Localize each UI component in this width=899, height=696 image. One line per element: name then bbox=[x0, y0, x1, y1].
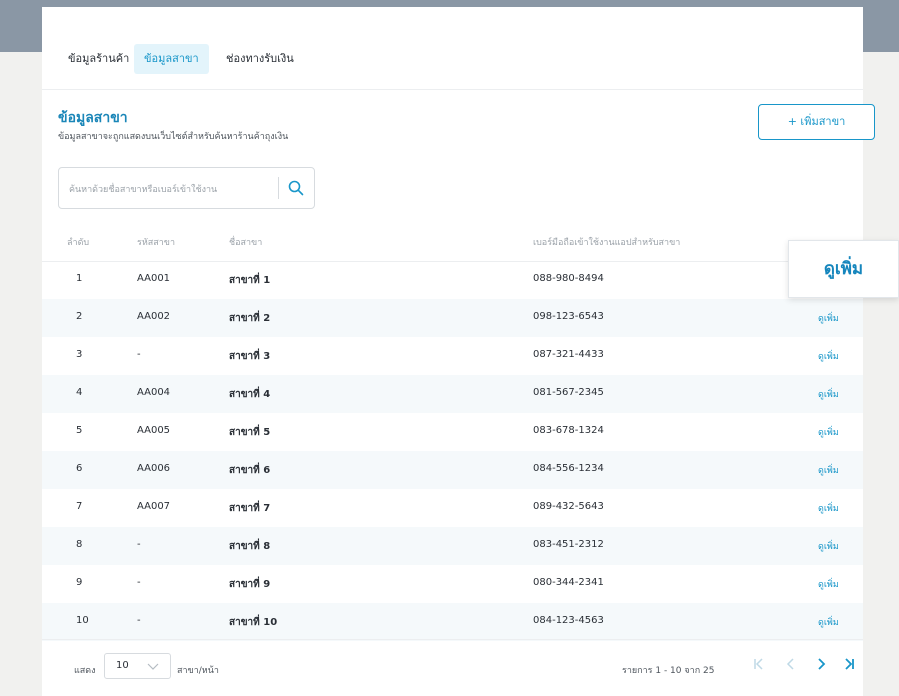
cell-phone: 098-123-6543 bbox=[533, 311, 604, 322]
table-row: 2 AA002 สาขาที่ 2 098-123-6543 ดูเพิ่ม bbox=[42, 299, 863, 337]
add-branch-button[interactable]: + เพิ่มสาขา bbox=[758, 104, 875, 140]
cell-name: สาขาที่ 4 bbox=[229, 389, 271, 400]
view-more-link[interactable]: ดูเพิ่ม bbox=[818, 577, 839, 591]
tab-store-info[interactable]: ข้อมูลร้านค้า bbox=[58, 44, 139, 74]
section-subtitle: ข้อมูลสาขาจะถูกแสดงบนเว็บไซต์สำหรับค้นหา… bbox=[58, 132, 289, 142]
table-header: ลำดับ รหัสสาขา ชื่อสาขา เบอร์มือถือเข้าใ… bbox=[42, 219, 863, 262]
view-more-link[interactable]: ดูเพิ่ม bbox=[818, 501, 839, 515]
search-box: ค้นหาด้วยชื่อสาขาหรือเบอร์เข้าใช้งาน bbox=[58, 167, 315, 209]
cell-code: AA007 bbox=[137, 501, 171, 512]
cell-code: AA006 bbox=[137, 463, 171, 474]
cell-phone: 083-451-2312 bbox=[533, 539, 604, 550]
cell-name: สาขาที่ 3 bbox=[229, 351, 271, 362]
cell-code: AA001 bbox=[137, 273, 171, 284]
branch-info-card: ข้อมูลร้านค้า ข้อมูลสาขา ช่องทางรับเงิน … bbox=[42, 7, 875, 696]
view-more-link[interactable]: ดูเพิ่ม bbox=[818, 539, 839, 553]
cell-phone: 084-556-1234 bbox=[533, 463, 604, 474]
cell-code: - bbox=[137, 539, 141, 550]
header-code: รหัสสาขา bbox=[137, 238, 176, 248]
cell-code: - bbox=[137, 577, 141, 588]
header-phone: เบอร์มือถือเข้าใช้งานแอปสำหรับสาขา bbox=[533, 238, 681, 248]
cell-no: 1 bbox=[76, 273, 83, 284]
table-row: 10 - สาขาที่ 10 084-123-4563 ดูเพิ่ม bbox=[42, 603, 863, 641]
show-label: แสดง bbox=[74, 666, 96, 676]
cell-name: สาขาที่ 8 bbox=[229, 541, 271, 552]
cell-name: สาขาที่ 7 bbox=[229, 503, 271, 514]
cell-name: สาขาที่ 10 bbox=[229, 617, 278, 628]
table-row: 4 AA004 สาขาที่ 4 081-567-2345 ดูเพิ่ม bbox=[42, 375, 863, 413]
cell-no: 2 bbox=[76, 311, 83, 322]
search-input[interactable]: ค้นหาด้วยชื่อสาขาหรือเบอร์เข้าใช้งาน bbox=[69, 182, 217, 196]
tab-bar: ข้อมูลร้านค้า ข้อมูลสาขา ช่องทางรับเงิน bbox=[42, 7, 863, 90]
cell-phone: 089-432-5643 bbox=[533, 501, 604, 512]
cell-name: สาขาที่ 1 bbox=[229, 275, 271, 286]
cell-phone: 083-678-1324 bbox=[533, 425, 604, 436]
cell-code: AA004 bbox=[137, 387, 171, 398]
cell-no: 4 bbox=[76, 387, 83, 398]
view-more-link[interactable]: ดูเพิ่ม bbox=[818, 311, 839, 325]
cell-no: 8 bbox=[76, 539, 83, 550]
cell-name: สาขาที่ 5 bbox=[229, 427, 271, 438]
table-row: 7 AA007 สาขาที่ 7 089-432-5643 ดูเพิ่ม bbox=[42, 489, 863, 527]
header-name: ชื่อสาขา bbox=[229, 238, 263, 248]
per-page-label: สาขา/หน้า bbox=[177, 666, 219, 676]
chevron-down-icon bbox=[147, 663, 159, 670]
search-icon[interactable] bbox=[287, 179, 305, 197]
table-row: 1AA001สาขาที่ 1088-980-8494ดูเพิ่ม bbox=[42, 261, 863, 299]
cell-code: AA002 bbox=[137, 311, 171, 322]
cell-no: 6 bbox=[76, 463, 83, 474]
cell-phone: 084-123-4563 bbox=[533, 615, 604, 626]
prev-page-icon[interactable] bbox=[783, 656, 799, 672]
cell-name: สาขาที่ 9 bbox=[229, 579, 271, 590]
cell-code: AA005 bbox=[137, 425, 171, 436]
cell-code: - bbox=[137, 615, 141, 626]
view-more-link[interactable]: ดูเพิ่ม bbox=[818, 615, 839, 629]
table-row: 6 AA006 สาขาที่ 6 084-556-1234 ดูเพิ่ม bbox=[42, 451, 863, 489]
cell-code: - bbox=[137, 349, 141, 360]
tab-branch-info[interactable]: ข้อมูลสาขา bbox=[134, 44, 209, 74]
cell-phone: 087-321-4433 bbox=[533, 349, 604, 360]
view-more-link[interactable]: ดูเพิ่ม bbox=[818, 349, 839, 363]
tab-payment-channels[interactable]: ช่องทางรับเงิน bbox=[216, 44, 304, 74]
header-no: ลำดับ bbox=[67, 238, 90, 248]
next-page-icon[interactable] bbox=[813, 656, 829, 672]
table-row: 5 AA005 สาขาที่ 5 083-678-1324 ดูเพิ่ม bbox=[42, 413, 863, 451]
cell-no: 9 bbox=[76, 577, 83, 588]
view-more-link[interactable]: ดูเพิ่ม bbox=[818, 387, 839, 401]
table-row: 3 - สาขาที่ 3 087-321-4433 ดูเพิ่ม bbox=[42, 337, 863, 375]
cell-phone: 080-344-2341 bbox=[533, 577, 604, 588]
view-more-link[interactable]: ดูเพิ่ม bbox=[818, 425, 839, 439]
search-divider bbox=[278, 177, 279, 199]
cell-name: สาขาที่ 6 bbox=[229, 465, 271, 476]
range-text: รายการ 1 - 10 จาก 25 bbox=[622, 666, 715, 676]
first-page-icon[interactable] bbox=[751, 656, 767, 672]
cell-phone: 081-567-2345 bbox=[533, 387, 604, 398]
cell-no: 3 bbox=[76, 349, 83, 360]
cell-name: สาขาที่ 2 bbox=[229, 313, 271, 324]
cell-no: 10 bbox=[76, 615, 89, 626]
view-more-link[interactable]: ดูเพิ่ม bbox=[818, 463, 839, 477]
table-row: 9 - สาขาที่ 9 080-344-2341 ดูเพิ่ม bbox=[42, 565, 863, 603]
cell-phone: 088-980-8494 bbox=[533, 273, 604, 284]
cell-no: 7 bbox=[76, 501, 83, 512]
page-size-value: 10 bbox=[116, 660, 129, 671]
last-page-icon[interactable] bbox=[841, 656, 857, 672]
view-more-popup[interactable]: ดูเพิ่ม bbox=[788, 240, 899, 298]
page-size-select[interactable]: 10 bbox=[104, 653, 171, 679]
cell-no: 5 bbox=[76, 425, 83, 436]
table-row: 8 - สาขาที่ 8 083-451-2312 ดูเพิ่ม bbox=[42, 527, 863, 565]
table-footer: แสดง 10 สาขา/หน้า รายการ 1 - 10 จาก 25 bbox=[42, 639, 863, 690]
section-title: ข้อมูลสาขา bbox=[58, 110, 128, 126]
